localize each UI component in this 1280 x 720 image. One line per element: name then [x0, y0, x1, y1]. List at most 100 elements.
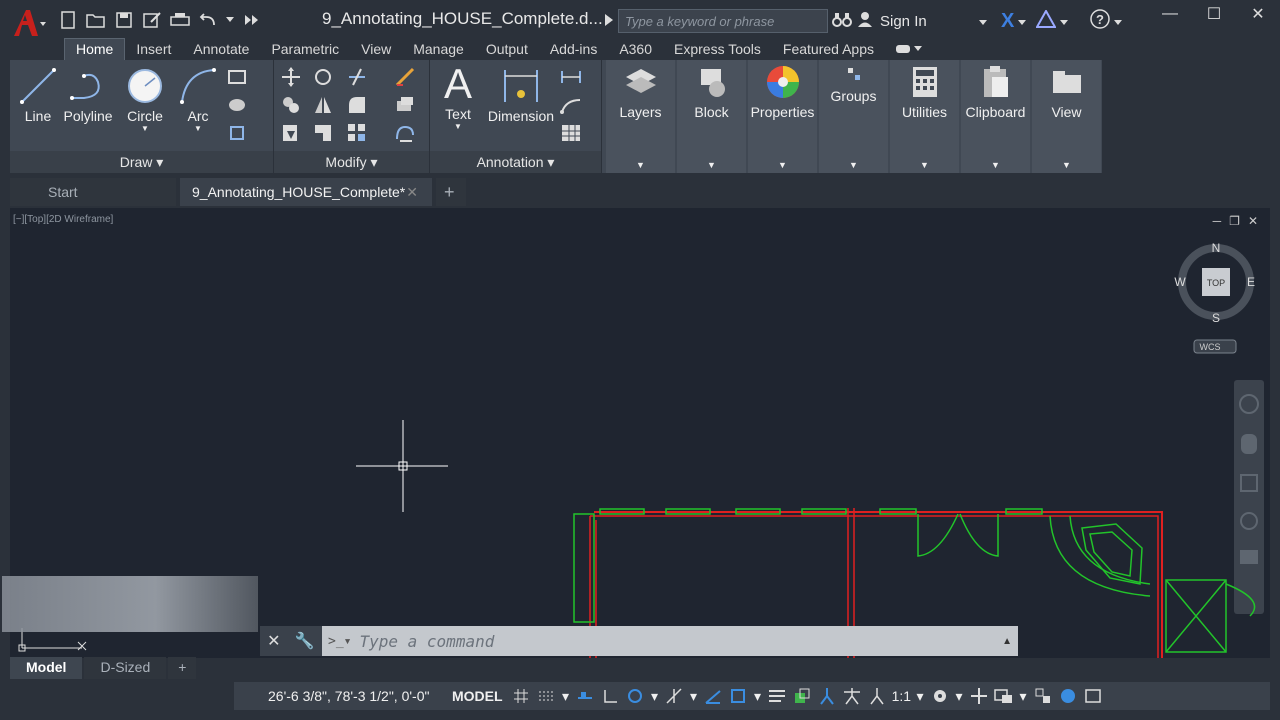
- viewport-controls-label[interactable]: [−][Top][2D Wireframe]: [13, 214, 113, 225]
- arc-dropdown-icon[interactable]: ▼: [178, 124, 218, 133]
- exchange-apps-icon[interactable]: X: [1001, 10, 1014, 33]
- model-space-toggle[interactable]: MODEL: [446, 688, 509, 704]
- hardware-acceleration-icon[interactable]: [1055, 687, 1080, 705]
- close-icon[interactable]: ✕: [1236, 0, 1280, 28]
- draw-panel-title[interactable]: Draw ▾: [10, 151, 273, 173]
- a360-icon[interactable]: [1035, 8, 1058, 32]
- scale-icon[interactable]: [312, 122, 334, 144]
- help-dropdown-icon[interactable]: [1114, 13, 1123, 30]
- windows[interactable]: [573, 508, 1043, 623]
- rectangle-icon[interactable]: [226, 66, 248, 88]
- annotation-panel-title[interactable]: Annotation ▾: [430, 151, 601, 173]
- tab-annotate[interactable]: Annotate: [182, 39, 260, 59]
- command-prompt-icon[interactable]: >_▾: [328, 634, 351, 649]
- snap-dropdown-icon[interactable]: ▾: [559, 688, 573, 705]
- annotation-scale-value[interactable]: 1:1: [890, 688, 913, 704]
- explode-icon[interactable]: [394, 94, 416, 116]
- zoom-icon[interactable]: [1240, 474, 1258, 492]
- snap-mode-icon[interactable]: [534, 688, 559, 704]
- leader-icon[interactable]: [560, 94, 582, 116]
- clipboard-panel[interactable]: Clipboard ▼: [961, 60, 1030, 173]
- viewcube[interactable]: TOP N S E W WCS: [1170, 238, 1260, 358]
- tab-manage[interactable]: Manage: [402, 39, 475, 59]
- boundary-icon[interactable]: [226, 122, 248, 144]
- new-layout-button[interactable]: +: [168, 657, 197, 679]
- line-tool[interactable]: Line: [16, 64, 60, 124]
- object-snap-icon[interactable]: [726, 687, 751, 705]
- search-input[interactable]: Type a keyword or phrase: [618, 9, 828, 33]
- clipboard-dropdown-icon[interactable]: ▼: [961, 160, 1030, 170]
- object-snap-tracking-icon[interactable]: [701, 687, 726, 705]
- tab-start[interactable]: Start: [10, 178, 176, 206]
- dimension-tool[interactable]: Dimension: [486, 64, 556, 124]
- modify-panel-title[interactable]: Modify ▾: [274, 151, 429, 173]
- tab-home[interactable]: Home: [64, 38, 126, 60]
- more-commands-icon[interactable]: [240, 9, 264, 31]
- tab-output[interactable]: Output: [475, 39, 539, 59]
- viewport-restore-icon[interactable]: ❐: [1229, 214, 1240, 228]
- viewport-minimize-icon[interactable]: ─: [1213, 214, 1222, 228]
- view-panel[interactable]: View ▼: [1032, 60, 1101, 173]
- sign-in-dropdown-icon[interactable]: [979, 13, 987, 30]
- tab-express-tools[interactable]: Express Tools: [663, 39, 772, 59]
- groups-dropdown-icon[interactable]: ▼: [819, 160, 888, 170]
- coordinate-display[interactable]: 26'-6 3/8", 78'-3 1/2", 0'-0": [234, 688, 446, 704]
- properties-dropdown-icon[interactable]: ▼: [748, 160, 817, 170]
- compass-east[interactable]: E: [1247, 275, 1255, 289]
- utilities-dropdown-icon[interactable]: ▼: [890, 160, 959, 170]
- tab-parametric[interactable]: Parametric: [260, 39, 350, 59]
- units-dropdown-icon[interactable]: ▾: [1016, 688, 1030, 705]
- mirror-icon[interactable]: [312, 94, 334, 116]
- copy-icon[interactable]: [280, 94, 302, 116]
- iso-dropdown-icon[interactable]: ▾: [687, 688, 701, 705]
- rotate-icon[interactable]: [312, 66, 334, 88]
- table-icon[interactable]: [560, 122, 582, 144]
- circle-dropdown-icon[interactable]: ▼: [122, 124, 168, 133]
- groups-panel[interactable]: Groups ▼: [819, 60, 888, 173]
- steering-wheel-icon[interactable]: [1239, 394, 1259, 414]
- block-panel[interactable]: Block ▼: [677, 60, 746, 173]
- polar-tracking-icon[interactable]: [623, 687, 648, 705]
- layers-dropdown-icon[interactable]: ▼: [606, 160, 675, 170]
- erase-icon[interactable]: [394, 66, 416, 88]
- block-dropdown-icon[interactable]: ▼: [677, 160, 746, 170]
- ortho-mode-icon[interactable]: [598, 688, 623, 704]
- sign-in-link[interactable]: Sign In: [880, 13, 975, 30]
- text-dropdown-icon[interactable]: ▼: [436, 122, 480, 131]
- circle-tool[interactable]: Circle ▼: [122, 64, 168, 133]
- application-menu-button[interactable]: [10, 8, 50, 38]
- save-as-icon[interactable]: [140, 9, 164, 31]
- annotation-scale-icon[interactable]: [865, 687, 890, 705]
- arc-tool[interactable]: Arc ▼: [178, 64, 218, 133]
- properties-panel[interactable]: Properties ▼: [748, 60, 817, 173]
- compass-south[interactable]: S: [1212, 311, 1220, 325]
- save-icon[interactable]: [112, 9, 136, 31]
- move-icon[interactable]: [280, 66, 302, 88]
- hatch-icon[interactable]: [226, 94, 248, 116]
- a360-dropdown-icon[interactable]: [1060, 13, 1069, 30]
- auto-scale-icon[interactable]: [840, 687, 865, 705]
- grid-icon[interactable]: [509, 688, 534, 704]
- stretch-icon[interactable]: [280, 122, 302, 144]
- annotation-visibility-icon[interactable]: [815, 687, 840, 705]
- minimize-icon[interactable]: —: [1148, 0, 1192, 28]
- text-tool[interactable]: A Text ▼: [436, 60, 480, 131]
- osnap-dropdown-icon[interactable]: ▾: [751, 688, 765, 705]
- units-icon[interactable]: [991, 687, 1016, 705]
- selection-cycling-icon[interactable]: [790, 687, 815, 705]
- undo-dropdown-icon[interactable]: [224, 9, 236, 31]
- view-dropdown-icon[interactable]: ▼: [1032, 160, 1101, 170]
- trim-icon[interactable]: [346, 66, 368, 88]
- scale-dropdown-icon[interactable]: ▾: [913, 688, 927, 705]
- new-tab-button[interactable]: +: [436, 178, 466, 206]
- close-tab-icon[interactable]: ✕: [406, 184, 418, 201]
- command-input[interactable]: Type a command: [351, 632, 1002, 651]
- tab-active-drawing[interactable]: 9_Annotating_HOUSE_Complete* ✕: [180, 178, 432, 206]
- isometric-drafting-icon[interactable]: [662, 687, 687, 705]
- pan-icon[interactable]: [1241, 434, 1257, 454]
- tab-a360[interactable]: A360: [608, 39, 663, 59]
- utilities-panel[interactable]: Utilities ▼: [890, 60, 959, 173]
- offset-icon[interactable]: [394, 122, 416, 144]
- expand-search-icon[interactable]: [604, 13, 614, 32]
- new-file-icon[interactable]: [56, 9, 80, 31]
